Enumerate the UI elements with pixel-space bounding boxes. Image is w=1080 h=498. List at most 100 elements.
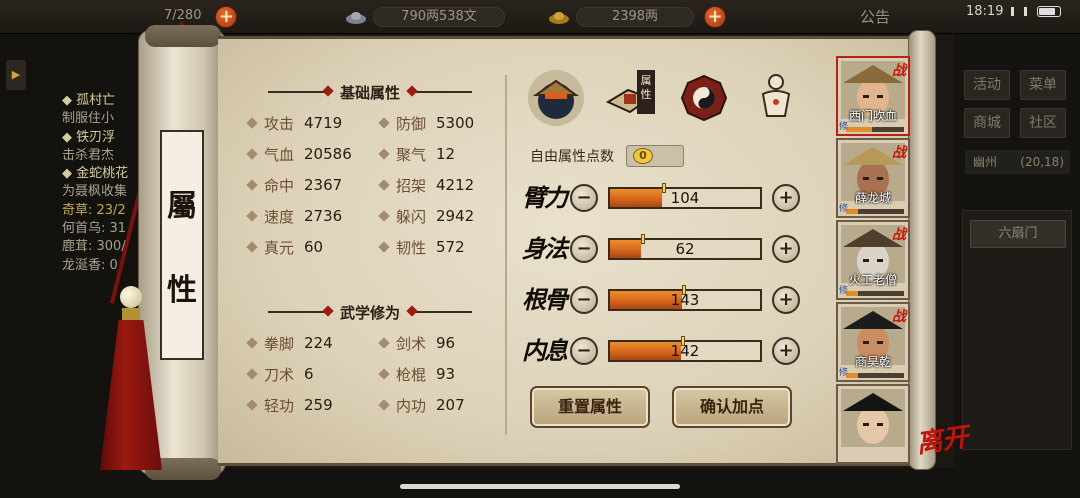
tassel-cap <box>122 308 140 322</box>
device-status: 18:19 <box>966 4 1062 19</box>
stat-name: 剑术 <box>396 334 427 353</box>
gold-ingot-icon <box>549 12 569 24</box>
location-bar[interactable]: 幽州 (20,18) <box>965 150 1070 174</box>
stat-name: 防御 <box>396 114 427 133</box>
stat-value: 2942 <box>436 207 475 225</box>
stat-value: 4719 <box>304 114 343 132</box>
leave-button[interactable]: 离开 <box>914 417 971 461</box>
location-coord: (20,18) <box>1020 155 1064 169</box>
battery-icon <box>1037 6 1062 17</box>
character-card[interactable]: 火工老僧修 战 <box>836 220 910 300</box>
character-card[interactable] <box>836 384 910 464</box>
activity-button[interactable]: 活动 <box>964 70 1010 100</box>
character-progress-bar <box>846 291 904 296</box>
diamond-bullet-icon <box>378 368 390 380</box>
character-name: 商昊乾 <box>854 355 891 369</box>
character-appearance-tab[interactable] <box>528 70 584 126</box>
stat-value: 12 <box>436 145 456 163</box>
diamond-bullet-icon <box>378 241 390 253</box>
character-tag: 修 <box>839 122 849 132</box>
attribute-row: 根骨 − 143 + <box>520 284 810 318</box>
battle-badge: 战 <box>892 227 906 243</box>
stat-value: 60 <box>304 238 324 256</box>
attribute-name: 根骨 <box>522 285 568 314</box>
diamond-bullet-icon <box>246 179 258 191</box>
diamond-bullet-icon <box>246 368 258 380</box>
increase-button[interactable]: + <box>772 337 800 365</box>
increase-button[interactable]: + <box>772 286 800 314</box>
basic-stat: 躲闪 2942 <box>378 205 475 227</box>
silver-ingot-icon <box>346 12 366 24</box>
meridian-tab[interactable] <box>748 70 804 126</box>
decrease-button[interactable]: − <box>570 184 598 212</box>
attribute-name: 臂力 <box>522 183 568 212</box>
decrease-button[interactable]: − <box>570 286 598 314</box>
martial-stat: 轻功 259 <box>246 394 333 416</box>
character-card[interactable]: 商昊乾修 战 <box>836 302 910 382</box>
stamina-resource: 7/280 + <box>150 6 238 28</box>
gold-resource: 2398两 + <box>548 6 726 28</box>
increase-button[interactable]: + <box>772 235 800 263</box>
silver-value: 790两538文 <box>373 7 505 27</box>
stat-name: 刀术 <box>264 365 295 384</box>
add-gold-button[interactable]: + <box>704 6 726 28</box>
stat-name: 轻功 <box>264 396 295 415</box>
stat-value: 5300 <box>436 114 475 132</box>
battle-badge: 战 <box>892 309 906 325</box>
battle-badge: 战 <box>892 145 906 161</box>
attribute-row: 身法 − 62 + <box>520 233 810 267</box>
diamond-bullet-icon <box>378 399 390 411</box>
confirm-points-button[interactable]: 确认加点 <box>672 386 792 428</box>
character-card[interactable]: 西门吹血修 战 <box>836 56 910 136</box>
community-button[interactable]: 社区 <box>1020 108 1066 138</box>
battle-badge: 战 <box>892 63 906 79</box>
reset-attributes-button[interactable]: 重置属性 <box>530 386 650 428</box>
diamond-bullet-icon <box>378 117 390 129</box>
basic-stat: 攻击 4719 <box>246 112 343 134</box>
character-progress-bar <box>846 127 904 132</box>
quest-toggle-icon[interactable]: ▶ <box>6 60 26 90</box>
character-tag: 修 <box>839 286 849 296</box>
attribute-tab-label: 属性 <box>637 70 655 114</box>
diamond-bullet-icon <box>378 179 390 191</box>
stat-value: 93 <box>436 365 456 383</box>
stat-value: 4212 <box>436 176 475 194</box>
free-points-row: 自由属性点数 0 <box>530 144 684 168</box>
martial-stat: 刀术 6 <box>246 363 314 385</box>
clock: 18:19 <box>966 4 1004 19</box>
character-tag: 修 <box>839 204 849 214</box>
basic-stat: 速度 2736 <box>246 205 342 227</box>
character-name: 西门吹血 <box>848 109 897 123</box>
attribute-value: 62 <box>675 240 695 258</box>
notice-button[interactable]: 公告 <box>860 6 890 27</box>
stat-value: 224 <box>304 334 333 352</box>
basic-stat: 真元 60 <box>246 236 324 258</box>
shop-button[interactable]: 商城 <box>964 108 1010 138</box>
basic-stat: 气血 20586 <box>246 143 352 165</box>
home-indicator <box>400 484 680 489</box>
bagua-tab[interactable] <box>676 70 732 126</box>
decrease-button[interactable]: − <box>570 235 598 263</box>
martial-stat: 内功 207 <box>378 394 465 416</box>
diamond-bullet-icon <box>246 210 258 222</box>
attribute-value: 143 <box>670 291 700 309</box>
add-stamina-button[interactable]: + <box>215 6 238 28</box>
attribute-bar: 104 <box>608 183 762 209</box>
character-tag: 修 <box>839 368 849 378</box>
diamond-bullet-icon <box>378 148 390 160</box>
menu-button[interactable]: 菜单 <box>1020 70 1066 100</box>
character-progress-bar <box>846 209 904 214</box>
stat-name: 招架 <box>396 176 427 195</box>
increase-button[interactable]: + <box>772 184 800 212</box>
character-portrait <box>841 389 905 447</box>
stat-value: 207 <box>436 396 465 414</box>
attribute-name: 内息 <box>522 336 568 365</box>
stat-name: 躲闪 <box>396 207 427 226</box>
map-entry-button[interactable]: 六扇门 <box>970 220 1066 248</box>
decrease-button[interactable]: − <box>570 337 598 365</box>
basic-stat: 招架 4212 <box>378 174 475 196</box>
stat-name: 速度 <box>264 207 295 226</box>
diamond-bullet-icon <box>378 337 390 349</box>
basic-stat: 聚气 12 <box>378 143 456 165</box>
character-card[interactable]: 薛龙城修 战 <box>836 138 910 218</box>
